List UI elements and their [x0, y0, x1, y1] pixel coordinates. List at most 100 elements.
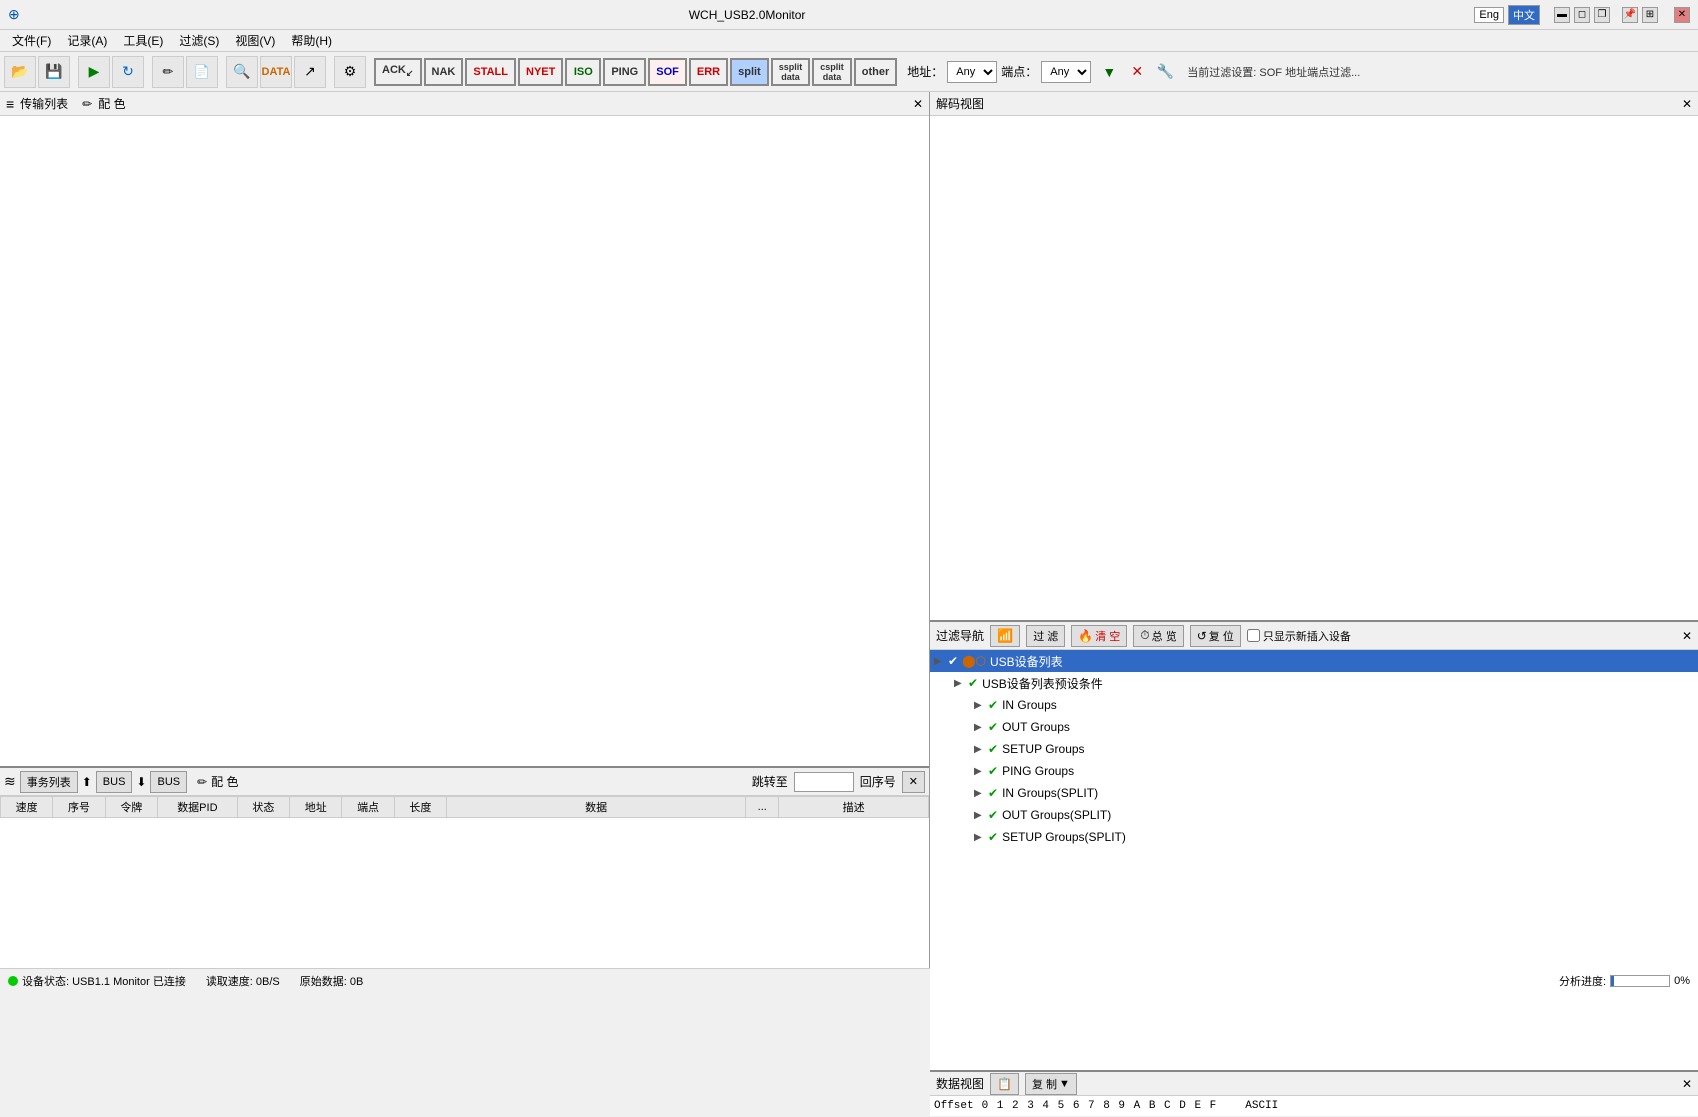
out-groups-split-check: ✔ [988, 808, 998, 822]
restore-btn[interactable]: ❐ [1594, 7, 1610, 23]
menu-view[interactable]: 视图(V) [227, 30, 283, 51]
filter-conditions-item[interactable]: ▶ ✔ USB设备列表预设条件 [950, 672, 1698, 694]
conditions-arrow: ▶ [954, 678, 968, 689]
filter-setup-groups-split[interactable]: ▶ ✔ SETUP Groups(SPLIT) [970, 826, 1698, 848]
col-status: 状态 [237, 797, 289, 818]
filter-stall-btn[interactable]: STALL [465, 58, 516, 86]
filter-sof-btn[interactable]: SOF [648, 58, 687, 86]
conditions-check: ✔ [968, 676, 978, 690]
doc-btn[interactable]: 📄 [186, 56, 218, 88]
filter-in-groups-split[interactable]: ▶ ✔ IN Groups(SPLIT) [970, 782, 1698, 804]
in-groups-split-arrow: ▶ [974, 788, 988, 799]
trans-panel-title: 传输列表 [20, 95, 68, 112]
filter-nak-btn[interactable]: NAK [424, 58, 464, 86]
filter-nav-title: 过滤导航 [936, 627, 984, 644]
current-filter-label: 当前过滤设置: SOF 地址端点过滤... [1187, 64, 1360, 80]
close-btn[interactable]: ✕ [1674, 7, 1690, 23]
progress-bar-inner [1611, 976, 1614, 986]
bus-close-btn[interactable]: ✕ [902, 771, 925, 793]
bus-label1: BUS [103, 776, 126, 788]
data-view-close[interactable]: ✕ [1682, 1077, 1692, 1091]
out-groups-split-label: OUT Groups(SPLIT) [1002, 808, 1111, 822]
data-btn[interactable]: DATA [260, 56, 292, 88]
filter-conditions-section: ▶ ✔ USB设备列表预设条件 ▶ ✔ IN Groups ▶ [930, 672, 1698, 848]
minimize-btn[interactable]: ▬ [1554, 7, 1570, 23]
setup-groups-split-arrow: ▶ [974, 832, 988, 843]
filter-split-btn[interactable]: split [730, 58, 769, 86]
decode-panel-title: 解码视图 [936, 95, 984, 112]
addr-select[interactable]: Any [947, 61, 997, 83]
filter-in-groups[interactable]: ▶ ✔ IN Groups [970, 694, 1698, 716]
start-btn[interactable]: ▶ [78, 56, 110, 88]
filter-ssplit-btn[interactable]: ssplitdata [771, 58, 811, 86]
col-endpoint: 端点 [342, 797, 394, 818]
filter-cancel-btn[interactable]: ✕ [1125, 60, 1149, 84]
filter-other-btn[interactable]: other [854, 58, 898, 86]
menu-tools[interactable]: 工具(E) [115, 30, 171, 51]
bus-panel-header: ≋ 事务列表 ⬆ BUS ⬇ BUS ✏ 配 色 跳转至 回序号 [0, 768, 929, 796]
menu-filter[interactable]: 过滤(S) [171, 30, 227, 51]
filter-out-groups-split[interactable]: ▶ ✔ OUT Groups(SPLIT) [970, 804, 1698, 826]
jump-to-input[interactable] [794, 772, 854, 792]
lang-chs-btn[interactable]: 中文 [1508, 5, 1540, 25]
ping-groups-arrow: ▶ [974, 766, 988, 777]
order-label: 回序号 [860, 773, 896, 790]
filter-settings-btn[interactable]: 🔧 [1153, 60, 1177, 84]
only-new-checkbox[interactable] [1247, 629, 1260, 642]
ping-groups-check: ✔ [988, 764, 998, 778]
menu-file[interactable]: 文件(F) [4, 30, 59, 51]
filter-csplit-btn[interactable]: csplitdata [812, 58, 852, 86]
refresh-btn[interactable]: ↻ [112, 56, 144, 88]
filter-out-groups[interactable]: ▶ ✔ OUT Groups [970, 716, 1698, 738]
trans-panel-body [0, 116, 929, 766]
maximize-btn[interactable]: ◻ [1574, 7, 1590, 23]
decode-panel-close[interactable]: ✕ [1682, 97, 1692, 111]
filter-nav-clear-btn[interactable]: 🔥 清 空 [1071, 625, 1127, 647]
trans-panel-close[interactable]: ✕ [913, 97, 923, 111]
lang-eng-btn[interactable]: Eng [1474, 7, 1504, 23]
menu-help[interactable]: 帮助(H) [283, 30, 340, 51]
clear-icon: 🔥 [1078, 629, 1093, 643]
col-data: 数据 [447, 797, 746, 818]
data-view-copy-btn[interactable]: 复 制 ▼ [1025, 1073, 1077, 1095]
addr-label: 地址： [907, 63, 943, 80]
trans-edit-icon: ✏ [82, 97, 92, 111]
search-btn[interactable]: 🔍 [226, 56, 258, 88]
settings-btn[interactable]: ⚙ [334, 56, 366, 88]
bus-events-btn[interactable]: 事务列表 [20, 771, 78, 793]
filter-nav-filter-btn[interactable]: 过 滤 [1026, 625, 1065, 647]
data-view-copy-icon-btn[interactable]: 📋 [990, 1073, 1019, 1095]
filter-iso-btn[interactable]: ISO [565, 58, 601, 86]
setup-groups-arrow: ▶ [974, 744, 988, 755]
bus-btn1[interactable]: BUS [96, 771, 133, 793]
out-groups-split-arrow: ▶ [974, 810, 988, 821]
filter-err-btn[interactable]: ERR [689, 58, 728, 86]
bus-label2: BUS [157, 776, 180, 788]
filter-nav-wifi-btn[interactable]: 📶 [990, 625, 1020, 647]
data-view-panel: 数据视图 📋 复 制 ▼ ✕ Offset 0 1 2 3 4 5 6 7 8 … [930, 1072, 1698, 1116]
save-btn[interactable]: 💾 [38, 56, 70, 88]
bus-btn2[interactable]: BUS [150, 771, 187, 793]
menu-record[interactable]: 记录(A) [59, 30, 115, 51]
status-led [8, 976, 18, 986]
open-btn[interactable]: 📂 [4, 56, 36, 88]
export-btn[interactable]: ↗ [294, 56, 326, 88]
filter-ack-btn[interactable]: ACK↙ [374, 58, 422, 86]
layout-btn[interactable]: ⊞ [1642, 7, 1658, 23]
filter-nyet-btn[interactable]: NYET [518, 58, 563, 86]
app-icon: ⊕ [8, 6, 20, 23]
analysis-progress-label: 分析进度: [1559, 973, 1606, 989]
endpoint-select[interactable]: Any [1041, 61, 1091, 83]
filter-ack-label: ACK↙ [382, 64, 414, 79]
filter-tree-root[interactable]: ▶ ✔ ⬤⬡ USB设备列表 [930, 650, 1698, 672]
filter-ping-btn[interactable]: PING [603, 58, 646, 86]
col-length: 长度 [394, 797, 446, 818]
filter-nav-reset-btn[interactable]: ↺ 复 位 [1190, 625, 1241, 647]
pin-btn[interactable]: 📌 [1622, 7, 1638, 23]
filter-ping-groups[interactable]: ▶ ✔ PING Groups [970, 760, 1698, 782]
filter-setup-groups[interactable]: ▶ ✔ SETUP Groups [970, 738, 1698, 760]
edit-btn[interactable]: ✏ [152, 56, 184, 88]
filter-apply-btn[interactable]: ▼ [1097, 60, 1121, 84]
filter-nav-overview-btn[interactable]: ⏱ 总 览 [1133, 625, 1183, 647]
filter-nav-close[interactable]: ✕ [1682, 629, 1692, 643]
